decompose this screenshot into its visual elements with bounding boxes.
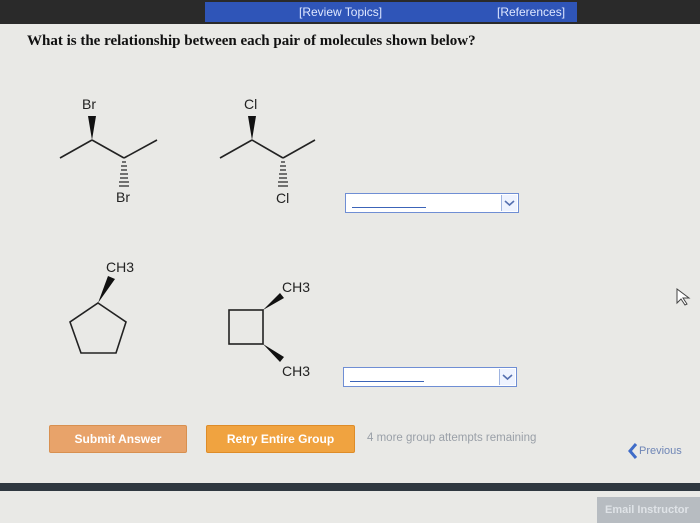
- previous-button[interactable]: Previous: [627, 440, 700, 462]
- atom-label-br-bottom: Br: [116, 189, 130, 205]
- pair2-molecule2: CH3 CH3: [228, 279, 310, 379]
- relationship-select-1[interactable]: [345, 193, 519, 213]
- pair2-molecule1: CH3: [69, 259, 134, 354]
- atom-label-ch3-bottom: CH3: [282, 363, 310, 379]
- hash-bond: [278, 161, 288, 187]
- pair1-molecule2: Cl Cl: [219, 96, 316, 206]
- atom-label-ch3-top: CH3: [282, 279, 310, 295]
- wedge-bond: [88, 116, 96, 140]
- wedge-bond: [248, 116, 256, 140]
- chevron-down-icon: [502, 374, 513, 381]
- dropdown-arrow-button[interactable]: [499, 369, 515, 385]
- select-placeholder-line: [352, 207, 426, 208]
- bond: [59, 139, 93, 159]
- email-instructor-button[interactable]: Email Instructor: [597, 497, 700, 523]
- wedge-bond: [263, 293, 284, 310]
- previous-label: Previous: [639, 445, 682, 457]
- bond: [219, 139, 253, 159]
- atom-label-br-top: Br: [82, 96, 96, 112]
- submit-answer-button[interactable]: Submit Answer: [49, 425, 187, 453]
- bond: [251, 139, 284, 159]
- bond: [123, 139, 158, 159]
- retry-entire-group-button[interactable]: Retry Entire Group: [206, 425, 355, 453]
- chevron-down-icon: [504, 200, 515, 207]
- bottom-divider: [0, 483, 700, 491]
- attempts-remaining-text: 4 more group attempts remaining: [367, 432, 537, 444]
- mouse-cursor-icon: [676, 288, 691, 306]
- cyclopentane-ring: [69, 302, 127, 354]
- hash-bond: [119, 161, 129, 187]
- dropdown-arrow-button[interactable]: [501, 195, 517, 211]
- pair1-molecule1: Br Br: [59, 96, 158, 205]
- atom-label-ch3: CH3: [106, 259, 134, 275]
- bond: [282, 139, 316, 159]
- atom-label-cl-bottom: Cl: [276, 190, 289, 206]
- atom-label-cl-top: Cl: [244, 96, 257, 112]
- bond: [91, 139, 125, 159]
- chevron-left-icon: [628, 443, 638, 459]
- select-placeholder-line: [350, 381, 424, 382]
- wedge-bond: [263, 344, 284, 362]
- cyclobutane-ring: [228, 309, 264, 345]
- wedge-bond: [98, 276, 115, 303]
- relationship-select-2[interactable]: [343, 367, 517, 387]
